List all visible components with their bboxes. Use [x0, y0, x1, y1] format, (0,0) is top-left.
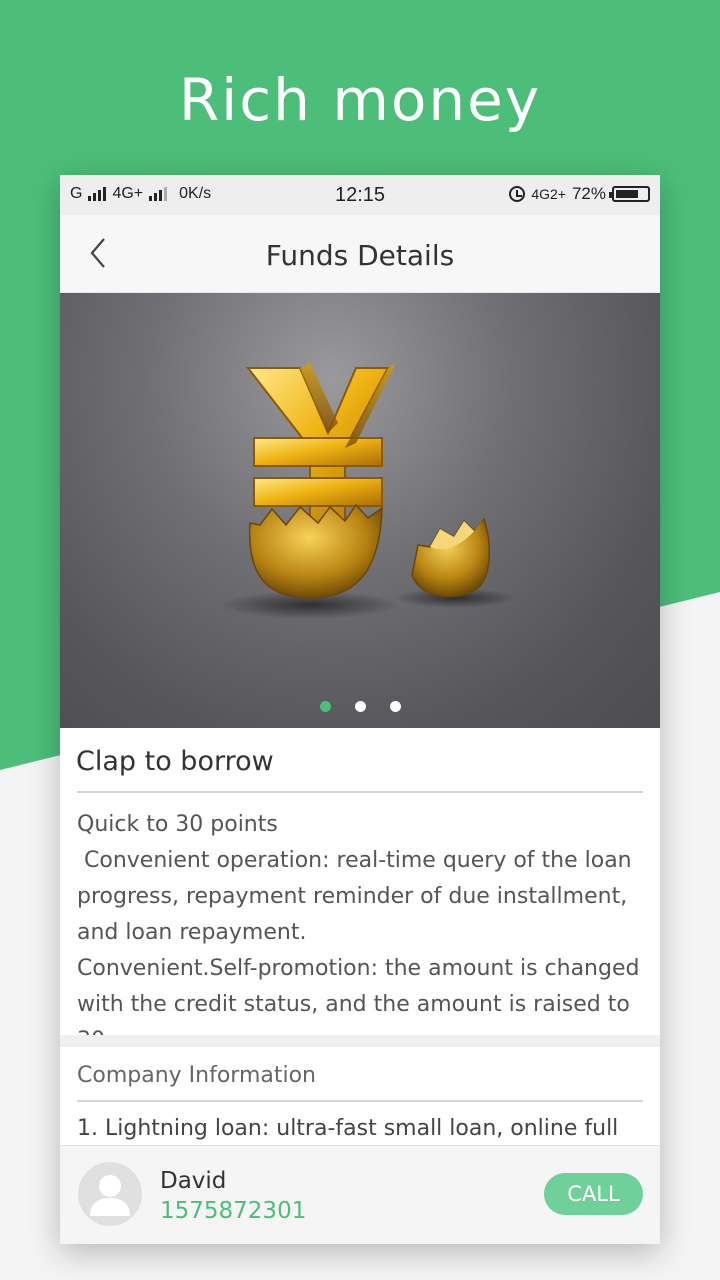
- yuan-golden-egg-image: [220, 363, 515, 619]
- product-description: Quick to 30 points Convenient operation:…: [60, 793, 660, 1035]
- description-line: Quick to 30 points: [77, 812, 278, 837]
- banner-carousel[interactable]: [60, 293, 660, 728]
- carousel-dot[interactable]: [354, 701, 366, 712]
- battery-icon: [609, 186, 650, 202]
- contact-bar: David 1575872301 CALL: [60, 1145, 660, 1244]
- user-avatar-icon: [78, 1162, 142, 1226]
- network-type: 4G2+: [531, 186, 566, 202]
- nav-bar: Funds Details: [60, 215, 660, 293]
- call-button[interactable]: CALL: [544, 1173, 643, 1215]
- carousel-dot[interactable]: [389, 701, 401, 712]
- alarm-icon: [509, 186, 526, 202]
- contact-phone[interactable]: 1575872301: [160, 1198, 306, 1224]
- battery-percent: 72%: [571, 184, 606, 203]
- product-title: Clap to borrow: [76, 746, 274, 777]
- company-title: Company Information: [77, 1063, 317, 1088]
- contact-name: David: [160, 1168, 227, 1194]
- phone-screen: G 4G+ 0K/s 12:15 4G2+ 72% Funds Details: [60, 175, 660, 1244]
- status-bar: G 4G+ 0K/s 12:15 4G2+ 72%: [60, 175, 660, 215]
- description-line: Convenient operation: real-time query of…: [77, 848, 639, 945]
- carousel-dot-active[interactable]: [319, 701, 331, 712]
- carousel-dots: [60, 701, 660, 712]
- section-separator: [60, 1035, 660, 1047]
- status-right: 4G2+ 72%: [509, 184, 650, 204]
- page-title: Funds Details: [265, 239, 455, 272]
- battery-fill: [616, 190, 638, 198]
- promo-title: Rich money: [178, 66, 542, 134]
- description-line: Convenient.Self-promotion: the amount is…: [77, 956, 640, 1035]
